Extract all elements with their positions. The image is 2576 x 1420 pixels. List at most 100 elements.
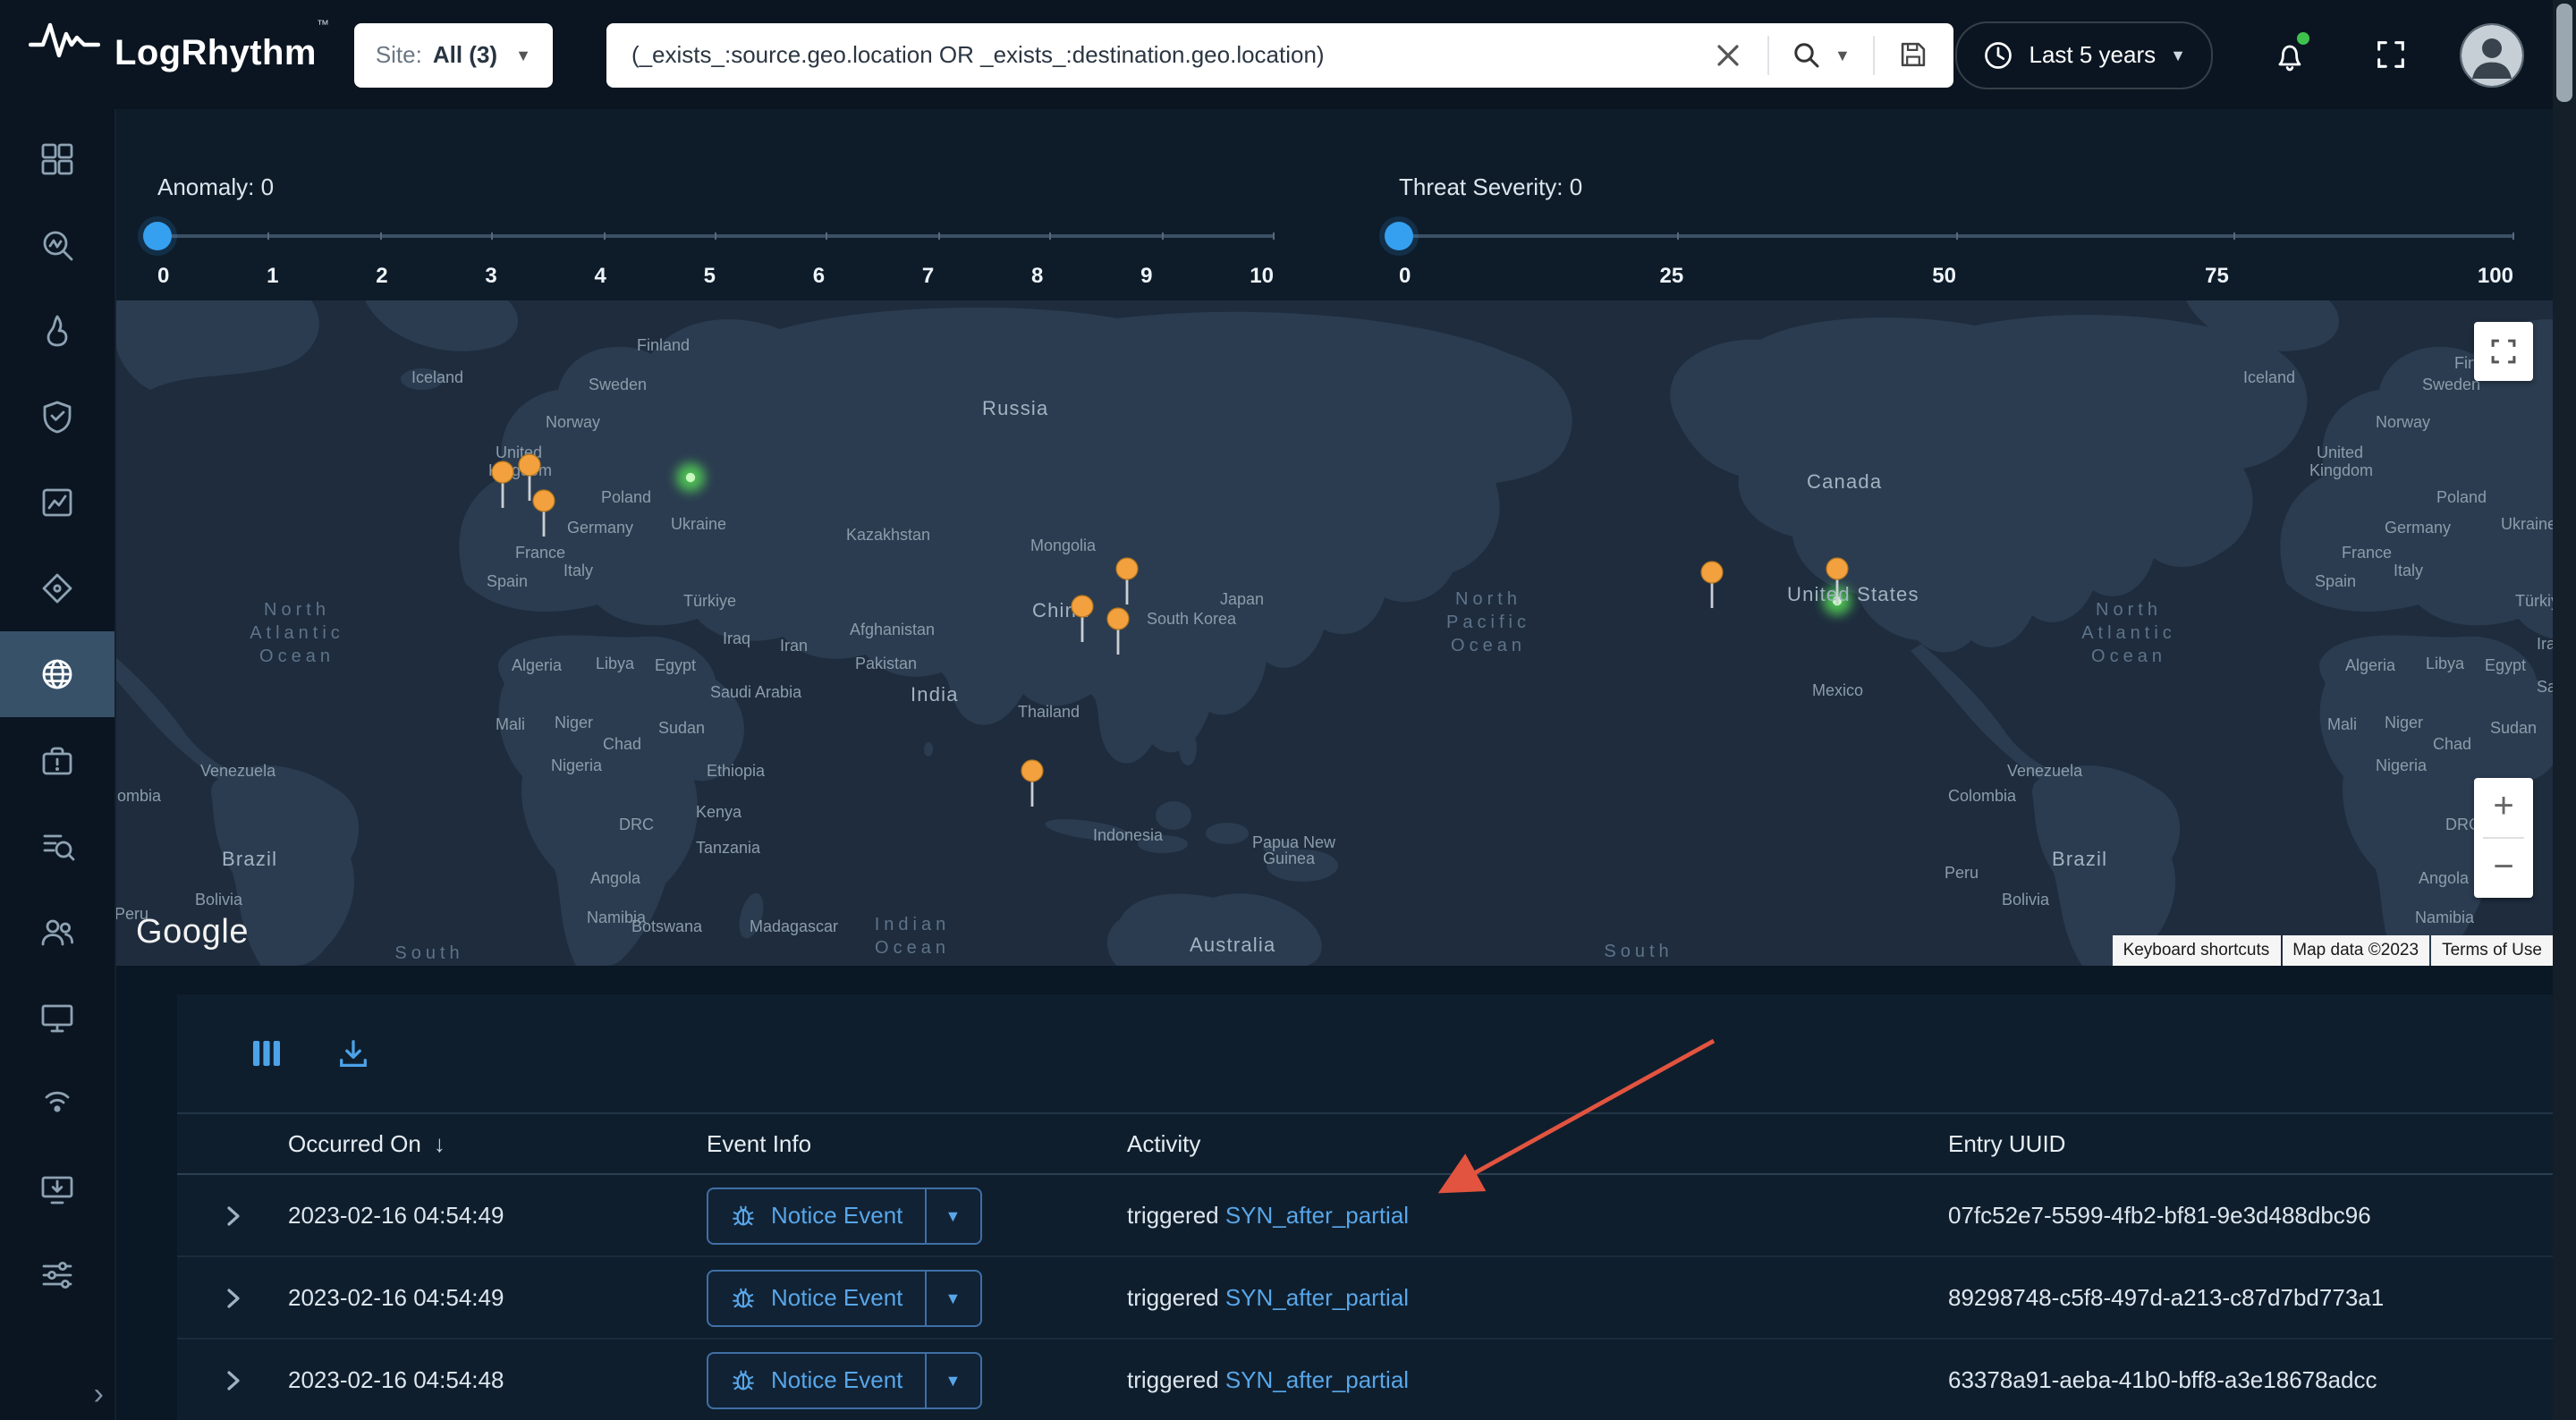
column-chooser-button[interactable] — [247, 1034, 286, 1073]
bug-icon — [730, 1202, 757, 1229]
map-fullscreen-button[interactable] — [2474, 322, 2533, 381]
map-ocean-label: North — [1455, 589, 1521, 609]
map-country-label: Namibia — [2415, 909, 2475, 926]
case-icon — [39, 742, 75, 778]
notice-event-dropdown-button[interactable]: ▼ — [924, 1353, 979, 1407]
notice-event-dropdown-button[interactable]: ▼ — [924, 1188, 979, 1242]
map-pin-marker[interactable] — [1701, 562, 1723, 608]
map-attribution: Keyboard shortcuts Map data ©2023 Terms … — [2113, 935, 2553, 966]
nav-dashboards[interactable] — [0, 116, 114, 202]
map-country-label: Sudan — [658, 719, 705, 737]
map-country-label: Mongolia — [1030, 537, 1097, 554]
geo-map[interactable]: FinlandIcelandSwedenNorwayRussiaUnitedKi… — [114, 300, 2553, 966]
nav-cases[interactable] — [0, 717, 114, 803]
search-query-input[interactable]: (_exists_:source.geo.location OR _exists… — [631, 41, 1689, 68]
map-country-label: Madagascar — [750, 917, 838, 935]
nav-reports[interactable] — [0, 460, 114, 545]
map-ocean-label: Atlantic — [2081, 623, 2176, 643]
notice-event-button[interactable]: Notice Event — [708, 1271, 924, 1324]
nav-geo-map[interactable] — [0, 631, 114, 717]
nav-deployment[interactable] — [0, 1146, 114, 1232]
scrollbar-thumb[interactable] — [2556, 4, 2572, 102]
sort-desc-icon[interactable]: ↓ — [434, 1130, 445, 1157]
nav-analyze[interactable] — [0, 202, 114, 288]
notice-event-label: Notice Event — [771, 1366, 902, 1393]
threat-tick-labels: 0255075100 — [1399, 263, 2513, 288]
nav-administration[interactable] — [0, 1232, 114, 1318]
column-header-occurred-on[interactable]: Occurred On ↓ — [288, 1130, 707, 1157]
activity-rule-link[interactable]: SYN_after_partial — [1225, 1366, 1409, 1393]
search-icon — [1792, 40, 1820, 69]
activity-rule-link[interactable]: SYN_after_partial — [1225, 1202, 1409, 1229]
slider-tick-mark — [1955, 232, 1957, 240]
activity-rule-link[interactable]: SYN_after_partial — [1225, 1284, 1409, 1311]
notice-event-dropdown-button[interactable]: ▼ — [924, 1271, 979, 1324]
threat-slider-handle[interactable] — [1385, 222, 1413, 250]
map-country-label: Peru — [1945, 864, 1979, 882]
map-country-label: Ethiopia — [707, 762, 766, 780]
notice-event-button[interactable]: Notice Event — [708, 1353, 924, 1407]
map-country-label: Poland — [601, 488, 651, 506]
nav-security[interactable] — [0, 374, 114, 460]
map-country-label: Angola — [2419, 869, 2470, 887]
tag-icon — [39, 571, 75, 606]
column-header-event-info[interactable]: Event Info — [707, 1130, 1127, 1157]
nav-agents[interactable] — [0, 975, 114, 1061]
threat-slider-track[interactable] — [1399, 222, 2513, 250]
event-info-cell: Notice Event ▼ — [707, 1269, 1127, 1326]
anomaly-slider-handle[interactable] — [143, 222, 172, 250]
occurred-on-value: 2023-02-16 04:54:49 — [288, 1202, 707, 1229]
map-country-label: Venezuela — [200, 762, 276, 780]
sidebar-collapse-chevron[interactable]: › — [94, 1377, 104, 1413]
entry-uuid-value: 07fc52e7-5599-4fb2-bf81-9e3d488dbc96 — [1948, 1202, 2553, 1229]
nav-people[interactable] — [0, 889, 114, 975]
expand-row-chevron-icon[interactable] — [218, 1365, 247, 1394]
expand-row-chevron-icon[interactable] — [218, 1201, 247, 1230]
table-row: 2023-02-16 04:54:49 Notice Event ▼ trigg… — [177, 1175, 2553, 1257]
export-button[interactable] — [333, 1034, 372, 1073]
fullscreen-button[interactable] — [2360, 24, 2420, 85]
notice-event-button[interactable]: Notice Event — [708, 1188, 924, 1242]
nav-searches[interactable] — [0, 803, 114, 889]
anomaly-slider-track[interactable] — [157, 222, 1274, 250]
keyboard-shortcuts-link[interactable]: Keyboard shortcuts — [2113, 935, 2281, 966]
terms-of-use-link[interactable]: Terms of Use — [2431, 935, 2553, 966]
bug-icon — [730, 1284, 757, 1311]
table-row: 2023-02-16 04:54:49 Notice Event ▼ trigg… — [177, 1257, 2553, 1340]
map-country-label: Botswana — [631, 917, 703, 935]
google-logo: Google — [136, 914, 249, 953]
clear-search-button[interactable] — [1703, 30, 1753, 80]
map-country-label: Türkiye — [683, 592, 736, 610]
expand-row-chevron-icon[interactable] — [218, 1283, 247, 1312]
site-selector[interactable]: Site: All (3) ▼ — [354, 22, 553, 87]
map-ocean-label: Atlantic — [250, 623, 344, 643]
map-ocean-label: Indian — [875, 915, 951, 934]
map-country-label: Chad — [603, 735, 641, 753]
search-submit-button[interactable]: ▼ — [1784, 30, 1859, 80]
fullscreen-icon — [2373, 38, 2407, 72]
nav-log-sources[interactable] — [0, 1061, 114, 1146]
column-header-activity[interactable]: Activity — [1127, 1130, 1948, 1157]
monitor-icon — [39, 1000, 75, 1035]
page-scrollbar[interactable] — [2553, 0, 2576, 1420]
map-country-label: United — [2317, 444, 2363, 461]
user-avatar[interactable] — [2460, 22, 2524, 87]
time-range-selector[interactable]: Last 5 years ▼ — [1956, 21, 2214, 89]
nav-tags[interactable] — [0, 545, 114, 631]
slider-tickmarks — [157, 222, 1274, 250]
map-country-label: Mali — [496, 715, 525, 733]
column-header-entry-uuid[interactable]: Entry UUID — [1948, 1130, 2553, 1157]
global-search[interactable]: (_exists_:source.geo.location OR _exists… — [606, 22, 1953, 87]
notifications-button[interactable] — [2259, 24, 2320, 85]
security-shield-icon — [39, 399, 75, 435]
map-country-label: Tanzania — [696, 839, 761, 857]
threat-flame-icon — [39, 313, 75, 349]
save-search-button[interactable] — [1889, 30, 1939, 80]
map-pin-marker[interactable] — [1021, 760, 1043, 807]
zoom-out-button[interactable]: − — [2474, 839, 2533, 898]
map-country-label: United States — [1787, 583, 1919, 605]
map-ocean-label: Ocean — [875, 938, 950, 958]
zoom-in-button[interactable]: + — [2474, 778, 2533, 837]
entry-uuid-value: 89298748-c5f8-497d-a213-c87d7bd773a1 — [1948, 1284, 2553, 1311]
nav-threats[interactable] — [0, 288, 114, 374]
